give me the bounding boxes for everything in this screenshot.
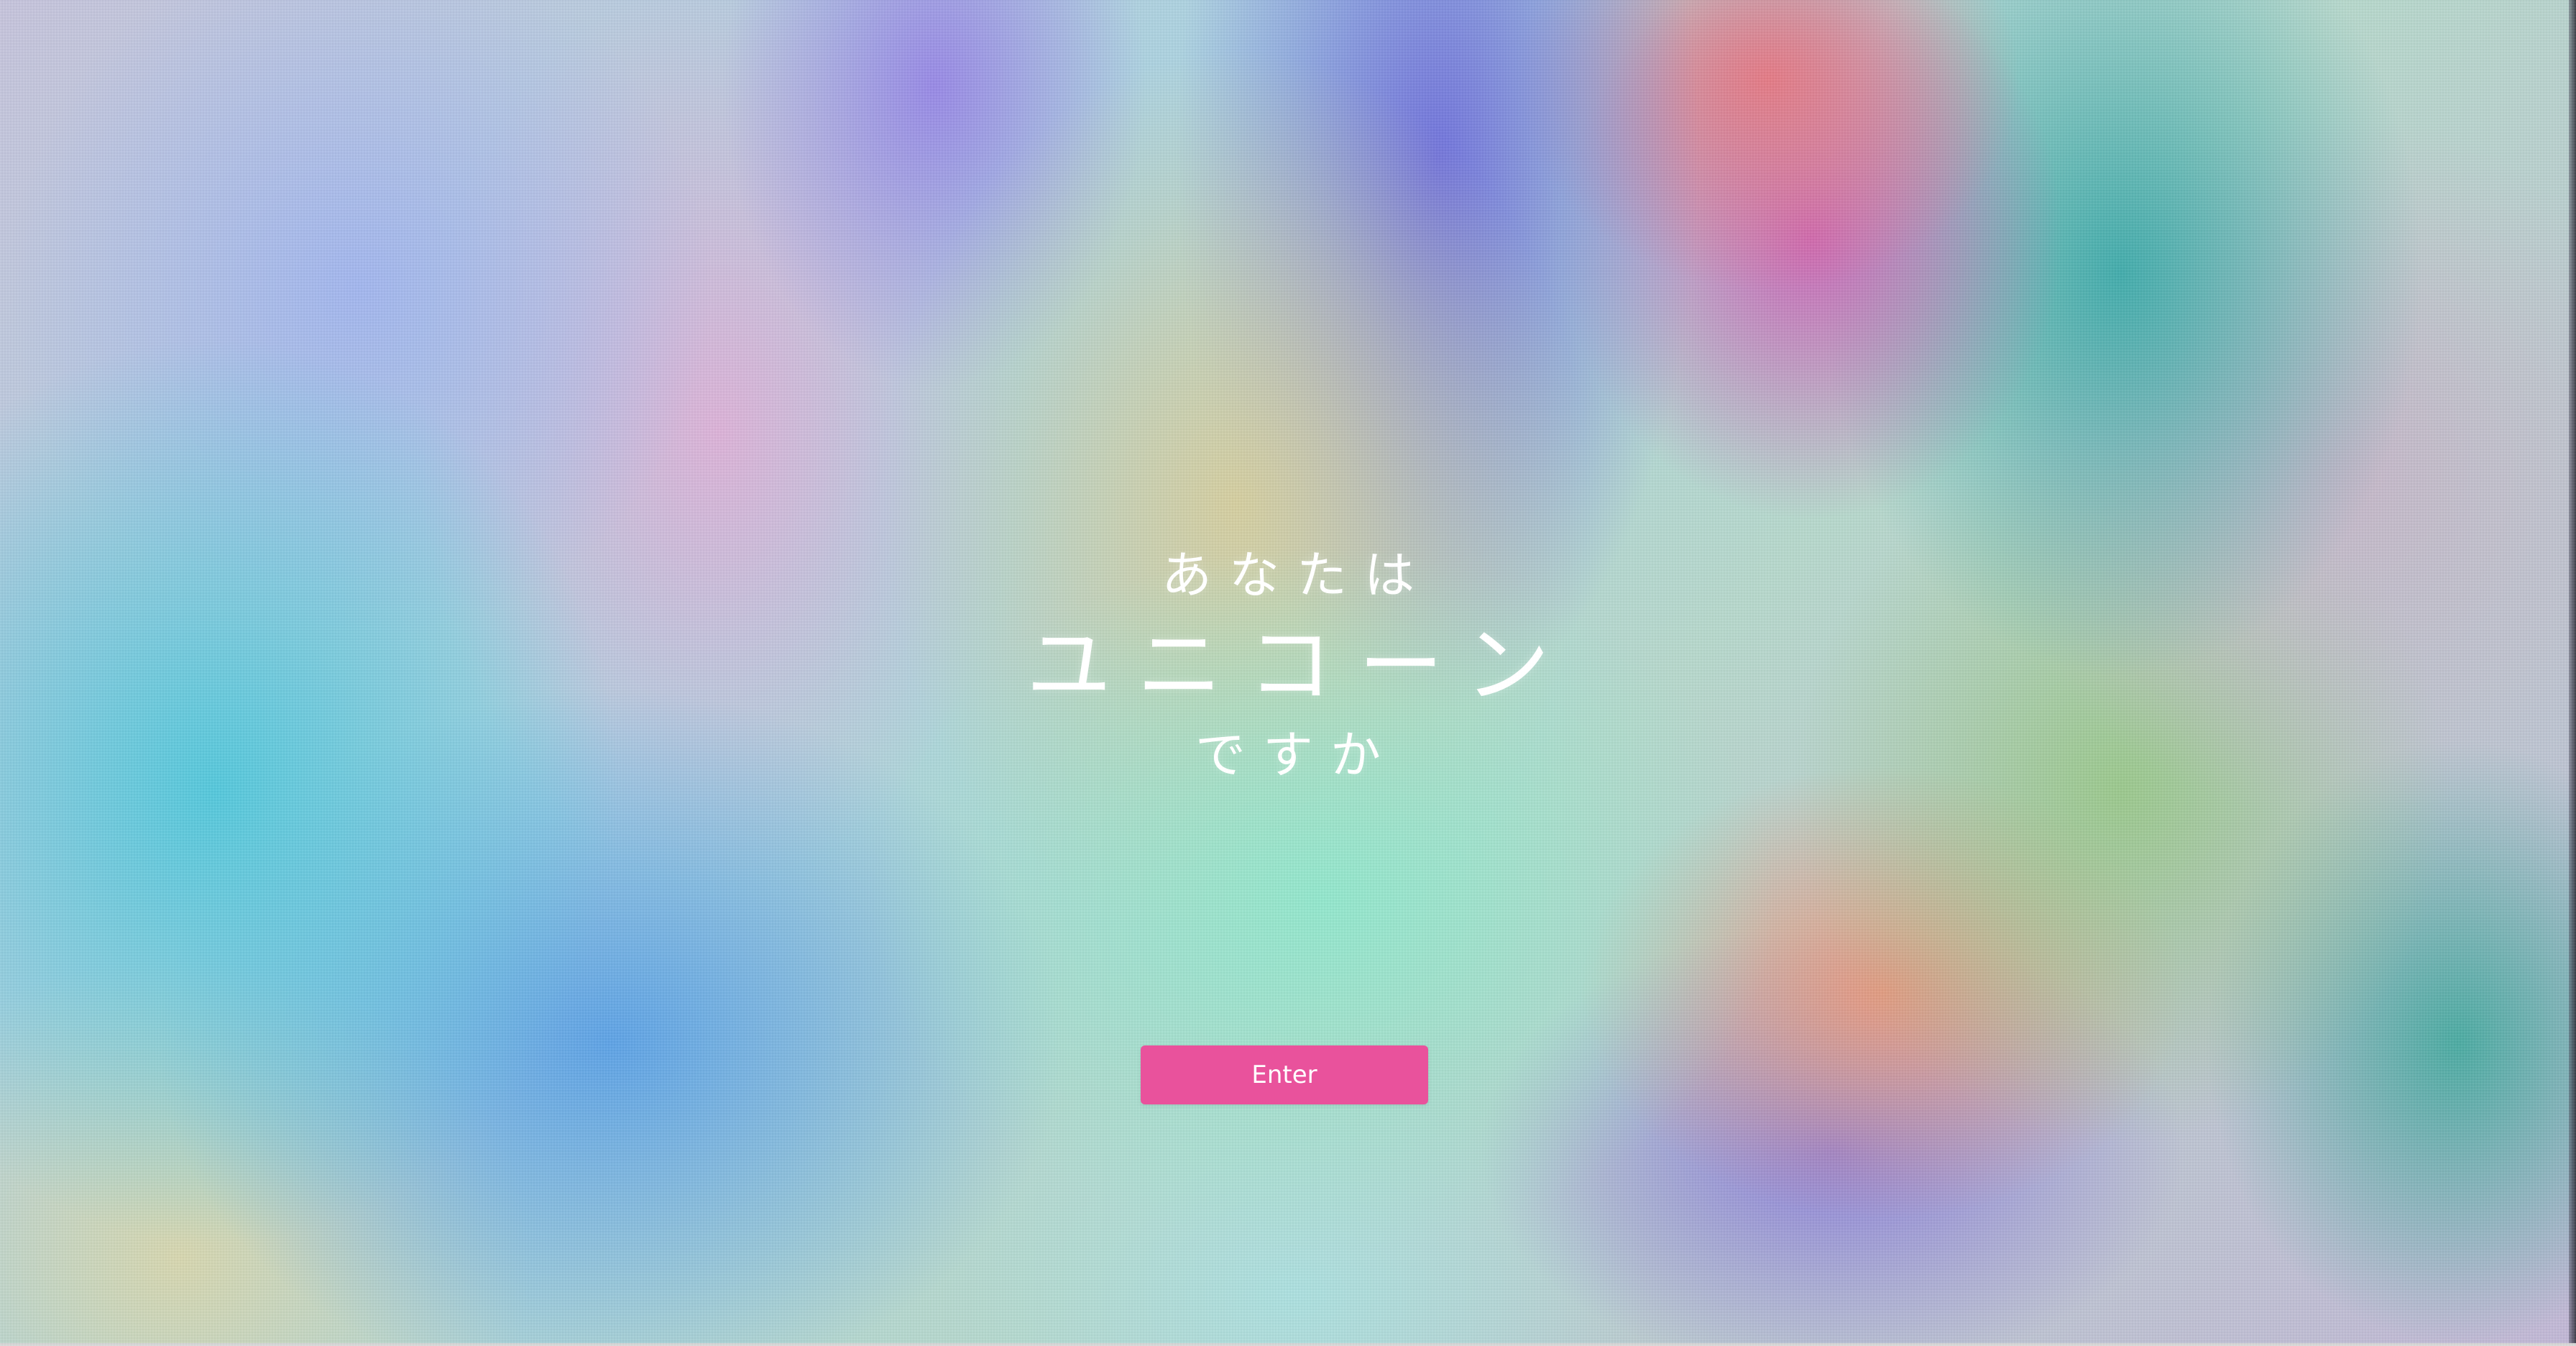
hero-line-top: あなたは: [1162, 546, 1432, 605]
bottom-edge: [0, 1343, 2576, 1346]
holographic-background: あなたは ユニコーン ですか Enter: [0, 0, 2576, 1346]
hero-title: あなたは ユニコーン ですか: [0, 539, 2576, 791]
enter-button[interactable]: Enter: [1141, 1045, 1428, 1104]
hero-line-main: ユニコーン: [1026, 615, 1576, 715]
hero-line-bottom: ですか: [1195, 725, 1398, 784]
